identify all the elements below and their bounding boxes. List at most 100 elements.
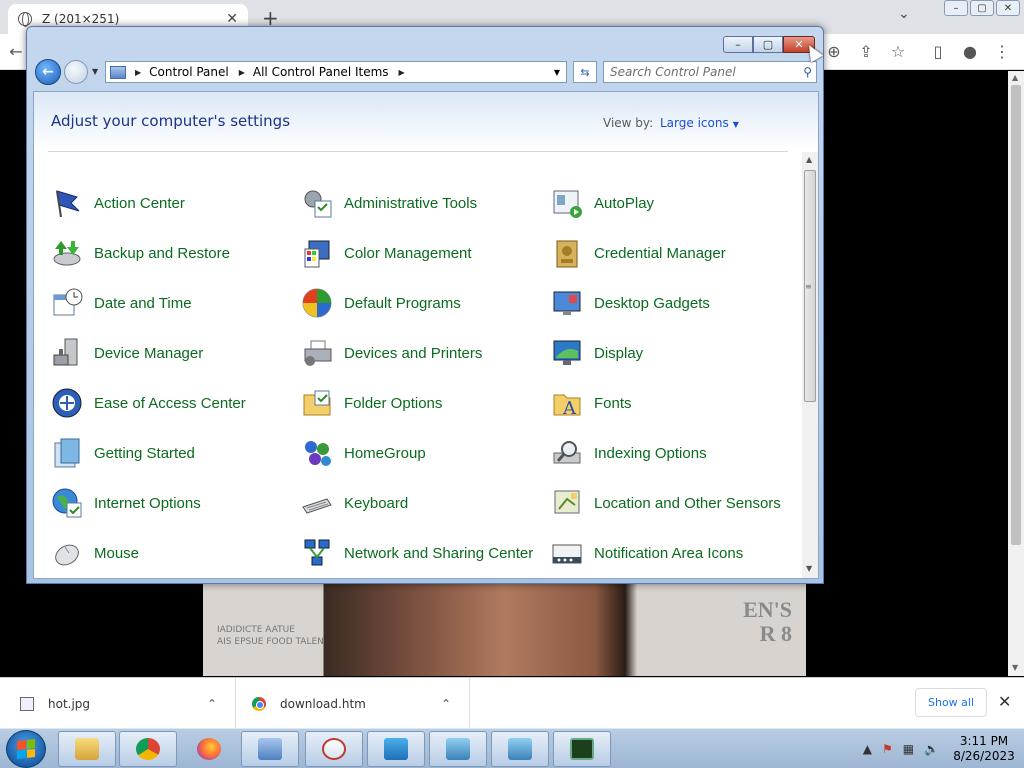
show-all-button[interactable]: Show all — [915, 688, 987, 717]
cp-item-getting-started[interactable]: Getting Started — [50, 430, 290, 476]
star-icon[interactable]: ☆ — [888, 42, 908, 61]
cp-item-devices-printers[interactable]: Devices and Printers — [300, 330, 540, 376]
view-by-value: Large icons — [660, 116, 729, 130]
cp-item-homegroup[interactable]: HomeGroup — [300, 430, 540, 476]
taskbar-task-manager[interactable] — [553, 731, 611, 767]
start-button[interactable] — [6, 730, 46, 768]
taskbar-photo-viewer[interactable] — [491, 731, 549, 767]
cp-item-label: Administrative Tools — [344, 194, 478, 212]
back-arrow-icon[interactable]: ← — [6, 42, 26, 61]
download-filename: download.htm — [280, 696, 366, 711]
cp-item-notification-icons[interactable]: Notification Area Icons — [550, 530, 790, 576]
chevron-up-icon[interactable]: ⌃ — [441, 697, 451, 711]
cp-item-desktop-gadgets[interactable]: Desktop Gadgets — [550, 280, 790, 326]
cp-item-credential-manager[interactable]: Credential Manager — [550, 230, 790, 276]
cp-item-backup-restore[interactable]: Backup and Restore — [50, 230, 290, 276]
tab-close-icon[interactable]: ✕ — [226, 11, 238, 27]
page-scroll-thumb[interactable] — [1011, 85, 1021, 545]
breadcrumb-arrow-icon[interactable]: ▶ — [239, 68, 245, 77]
cp-item-indexing-options[interactable]: Indexing Options — [550, 430, 790, 476]
address-dropdown-icon[interactable]: ▼ — [554, 68, 560, 77]
minimize-button[interactable]: – — [944, 0, 968, 16]
color-management-icon — [300, 236, 334, 270]
monitor-icon — [384, 738, 408, 760]
breadcrumb-arrow-icon[interactable]: ▶ — [135, 68, 141, 77]
minimize-button[interactable]: – — [723, 36, 753, 53]
sidepanel-icon[interactable]: ▯ — [928, 42, 948, 61]
breadcrumb-control-panel[interactable]: Control Panel — [149, 65, 229, 79]
cp-item-ease-of-access[interactable]: Ease of Access Center — [50, 380, 290, 426]
content-scrollbar[interactable]: ▲ ≡ ▼ — [802, 152, 818, 578]
scroll-up-icon[interactable]: ▲ — [806, 155, 812, 164]
volume-muted-icon[interactable]: 🔈 — [924, 742, 939, 756]
cp-item-mouse[interactable]: Mouse — [50, 530, 290, 576]
clock[interactable]: 3:11 PM 8/26/2023 — [944, 734, 1024, 764]
refresh-button[interactable]: ⇆ — [573, 61, 597, 83]
cp-item-label: Keyboard — [344, 494, 409, 512]
cp-item-color-management[interactable]: Color Management — [300, 230, 540, 276]
cp-item-fonts[interactable]: A Fonts — [550, 380, 790, 426]
default-programs-icon — [300, 286, 334, 320]
close-download-bar-icon[interactable]: ✕ — [998, 692, 1011, 711]
location-sensor-icon — [550, 486, 584, 520]
menu-icon[interactable]: ⋮ — [992, 42, 1012, 61]
zoom-icon[interactable]: ⊕ — [824, 42, 844, 61]
network-icon[interactable]: ▦ — [903, 742, 914, 756]
search-icon[interactable]: ⚲ — [803, 65, 812, 79]
cp-item-administrative-tools[interactable]: Administrative Tools — [300, 180, 540, 226]
scroll-down-icon[interactable]: ▼ — [1012, 663, 1018, 672]
maximize-button[interactable]: ▢ — [970, 0, 994, 16]
share-icon[interactable]: ⇪ — [856, 42, 876, 61]
show-hidden-icons-icon[interactable]: ▲ — [863, 742, 872, 756]
tab-search-icon[interactable]: ⌄ — [898, 6, 910, 22]
taskbar-chrome[interactable] — [119, 731, 177, 767]
cp-item-default-programs[interactable]: Default Programs — [300, 280, 540, 326]
admin-tools-icon — [300, 186, 334, 220]
scroll-grip-icon: ≡ — [805, 282, 812, 291]
cp-item-label: Notification Area Icons — [594, 544, 744, 562]
cp-item-internet-options[interactable]: Internet Options — [50, 480, 290, 526]
taskbar-photo-viewer[interactable] — [429, 731, 487, 767]
cp-item-display[interactable]: Display — [550, 330, 790, 376]
cp-item-folder-options[interactable]: Folder Options — [300, 380, 540, 426]
recent-pages-dropdown-icon[interactable]: ▼ — [92, 67, 98, 76]
cp-item-label: Display — [594, 344, 644, 362]
search-input[interactable]: Search Control Panel ⚲ — [603, 61, 817, 83]
taskbar-control-panel[interactable] — [241, 731, 299, 767]
forward-button[interactable] — [64, 60, 88, 84]
address-bar[interactable]: ▶ Control Panel ▶ All Control Panel Item… — [105, 61, 567, 83]
download-item[interactable]: download.htm ⌃ — [236, 678, 470, 729]
download-item[interactable]: hot.jpg ⌃ — [0, 678, 236, 729]
cp-item-keyboard[interactable]: Keyboard — [300, 480, 540, 526]
cp-item-device-manager[interactable]: Device Manager — [50, 330, 290, 376]
taskbar-display[interactable] — [367, 731, 425, 767]
cp-item-autoplay[interactable]: AutoPlay — [550, 180, 790, 226]
cp-item-location-sensors[interactable]: Location and Other Sensors — [550, 480, 790, 526]
search-placeholder: Search Control Panel — [610, 65, 736, 79]
breadcrumb-all-items[interactable]: All Control Panel Items — [253, 65, 389, 79]
breadcrumb-arrow-icon[interactable]: ▶ — [399, 68, 405, 77]
taskbar: ▲ ⚑ ▦ 🔈 3:11 PM 8/26/2023 — [0, 728, 1024, 768]
credential-icon — [550, 236, 584, 270]
cp-item-label: Getting Started — [94, 444, 195, 462]
taskbar-explorer[interactable] — [58, 731, 116, 767]
maximize-button[interactable]: ▢ — [753, 36, 783, 53]
browser-window-controls: – ▢ ✕ — [944, 0, 1024, 18]
profile-icon[interactable]: ● — [960, 42, 980, 61]
photo-small-text: IADIDICTE AATUE AIS EPSUE FOOD TALEN — [217, 625, 324, 647]
keyboard-icon — [300, 486, 334, 520]
cp-item-date-time[interactable]: Date and Time — [50, 280, 290, 326]
taskbar-firefox[interactable] — [180, 731, 238, 767]
scroll-down-icon[interactable]: ▼ — [806, 564, 812, 573]
globe-icon — [18, 12, 32, 27]
scroll-up-icon[interactable]: ▲ — [1012, 73, 1018, 82]
action-center-flag-icon[interactable]: ⚑ — [882, 742, 893, 756]
cp-item-action-center[interactable]: Action Center — [50, 180, 290, 226]
view-by-dropdown[interactable]: Large icons ▼ — [660, 116, 739, 130]
back-button[interactable]: ← — [35, 59, 61, 85]
close-button[interactable]: ✕ — [996, 0, 1020, 16]
taskbar-snipping-tool[interactable] — [305, 731, 363, 767]
page-scrollbar[interactable]: ▲ ▼ — [1008, 71, 1024, 676]
cp-item-network-sharing[interactable]: Network and Sharing Center — [300, 530, 540, 576]
chevron-up-icon[interactable]: ⌃ — [207, 697, 217, 711]
